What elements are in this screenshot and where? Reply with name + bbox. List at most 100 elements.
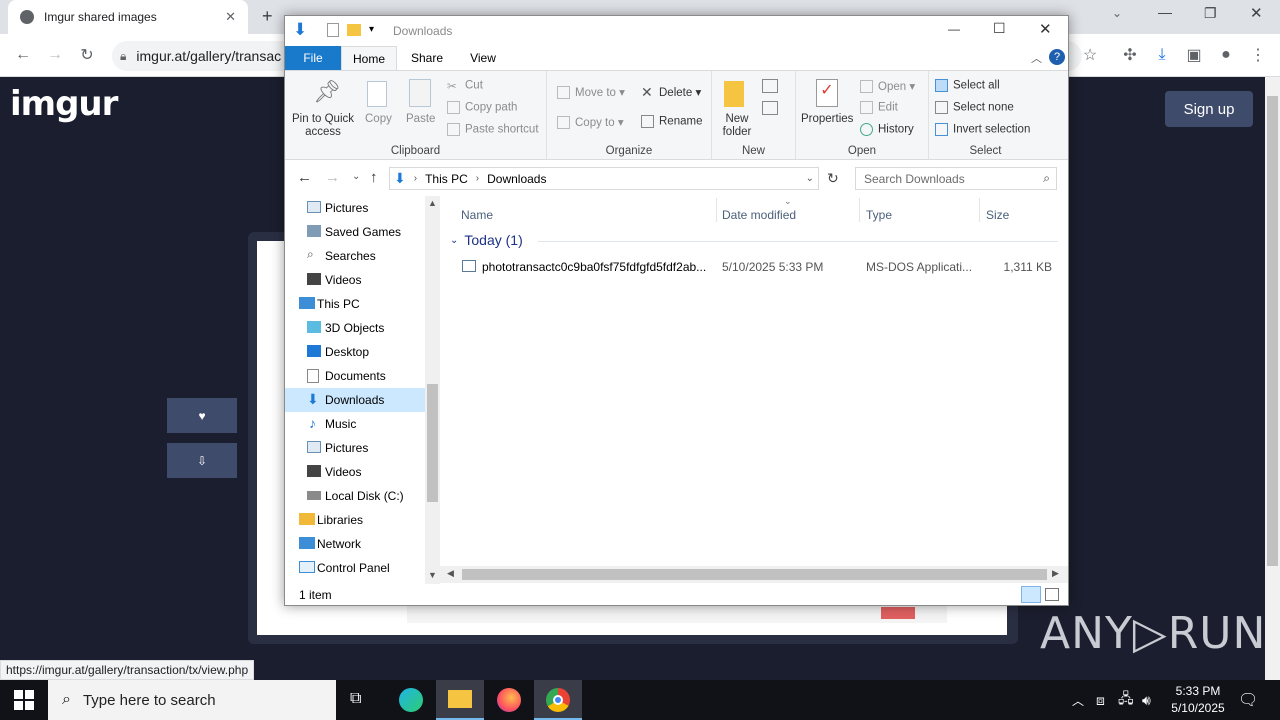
nav-scroll-thumb[interactable] (427, 384, 438, 502)
help-icon[interactable]: ? (1049, 49, 1065, 65)
explorer-close-icon[interactable]: ✕ (1039, 20, 1052, 38)
delete-button[interactable]: ✕ Delete ▾ (641, 85, 701, 99)
windows-start-icon[interactable] (14, 690, 34, 710)
pin-to-quick-access-button[interactable]: Pin to Quick access (291, 113, 355, 139)
breadcrumb-downloads[interactable]: Downloads (487, 172, 546, 186)
device-icon[interactable]: ⧈ (1096, 680, 1105, 720)
nav-saved-games[interactable]: Saved Games (285, 220, 425, 244)
network-tray-icon[interactable]: 🖧︎ (1118, 680, 1134, 720)
paste-button[interactable]: Paste (406, 113, 435, 125)
tab-share[interactable]: Share (401, 46, 453, 70)
taskbar-search-box[interactable]: ⌕ Type here to search (48, 680, 336, 720)
firefox-icon[interactable] (497, 688, 521, 712)
explorer-maximize-icon[interactable]: ☐ (993, 20, 1006, 37)
file-row[interactable]: phototransactc0c9ba0fsf75fdfgfd5fdf2ab..… (456, 256, 1056, 278)
nav-desktop[interactable]: Desktop (285, 340, 425, 364)
column-divider[interactable] (979, 198, 980, 222)
column-date-modified[interactable]: Date modified (722, 208, 796, 222)
invert-selection-button[interactable]: Invert selection (935, 123, 1030, 136)
volume-icon[interactable]: 🔊︎ (1142, 680, 1151, 720)
new-tab-icon[interactable]: + (262, 6, 273, 27)
imgur-logo[interactable]: imgur (10, 84, 118, 124)
breadcrumb-this-pc[interactable]: This PC (425, 172, 468, 186)
close-tab-icon[interactable]: ✕ (225, 9, 236, 25)
properties-qat-icon[interactable] (327, 23, 339, 37)
chrome-taskbar-icon[interactable] (534, 680, 582, 720)
tab-view[interactable]: View (457, 46, 509, 70)
nav-scrollbar[interactable]: ▲ ▼ (425, 196, 440, 584)
horizontal-scrollbar[interactable]: ◀ ▶ (440, 566, 1068, 583)
nav-pictures-pc[interactable]: Pictures (285, 436, 425, 460)
nav-downloads[interactable]: Downloads (285, 388, 425, 412)
select-none-button[interactable]: Select none (935, 101, 1014, 114)
close-window-icon[interactable]: ✕ (1250, 4, 1263, 22)
show-hidden-icons[interactable]: ︿ (1072, 680, 1084, 720)
search-downloads-input[interactable]: Search Downloads ⌕ (855, 167, 1057, 190)
clock[interactable]: 5:33 PM 5/10/2025 (1166, 683, 1230, 717)
chrome-menu-icon[interactable]: ⋮ (1243, 40, 1273, 70)
up-folder-icon[interactable]: ↑ (370, 169, 378, 186)
properties-button[interactable]: Properties (801, 113, 853, 125)
nav-forward-icon[interactable]: → (325, 169, 340, 186)
open-button[interactable]: Open ▾ (860, 79, 915, 94)
new-item-icon[interactable] (762, 79, 778, 93)
task-view-icon[interactable]: ⧉ (350, 690, 361, 708)
hscroll-left-icon[interactable]: ◀ (447, 568, 454, 579)
nav-local-disk[interactable]: Local Disk (C:) (285, 484, 425, 508)
group-header-today[interactable]: ⌄ Today (1) (450, 232, 1058, 248)
address-dropdown-icon[interactable]: ⌄ (806, 173, 814, 184)
nav-videos[interactable]: Videos (285, 268, 425, 292)
hscroll-thumb[interactable] (462, 569, 1047, 580)
forward-icon[interactable]: → (40, 40, 70, 70)
paste-shortcut-button[interactable]: Paste shortcut (447, 123, 539, 136)
ribbon-collapse-icon[interactable]: ︿ (1031, 50, 1042, 66)
back-icon[interactable]: ← (8, 40, 38, 70)
nav-back-icon[interactable]: ← (297, 169, 312, 186)
column-name[interactable]: Name (461, 208, 493, 222)
large-icons-view-icon[interactable] (1045, 588, 1059, 601)
new-folder-button[interactable]: New folder (720, 113, 754, 139)
browser-tab[interactable]: Imgur shared images ✕ (8, 0, 248, 34)
copy-path-button[interactable]: Copy path (447, 101, 517, 114)
details-view-icon[interactable] (1021, 586, 1041, 603)
nav-videos-pc[interactable]: Videos (285, 460, 425, 484)
file-explorer-taskbar-icon[interactable] (436, 680, 484, 720)
favorite-button[interactable]: ♥ (167, 398, 237, 433)
restore-icon[interactable]: ❐ (1204, 5, 1217, 22)
nav-documents[interactable]: Documents (285, 364, 425, 388)
nav-searches[interactable]: Searches (285, 244, 425, 268)
column-divider[interactable] (716, 198, 717, 222)
column-divider[interactable] (859, 198, 860, 222)
move-to-button[interactable]: Move to ▾ (557, 85, 625, 100)
download-image-button[interactable]: ⇩ (167, 443, 237, 478)
nav-pictures[interactable]: Pictures (285, 196, 425, 220)
address-breadcrumb[interactable]: ⬇ › This PC › Downloads ⌄ (389, 167, 819, 190)
recent-locations-icon[interactable]: ⌄ (352, 171, 360, 182)
folder-qat-icon[interactable] (347, 24, 361, 36)
copy-to-button[interactable]: Copy to ▾ (557, 115, 624, 130)
collapse-group-icon[interactable]: ⌄ (450, 235, 458, 246)
hscroll-right-icon[interactable]: ▶ (1052, 568, 1059, 579)
easy-access-icon[interactable] (762, 101, 778, 115)
side-panel-icon[interactable]: ▣ (1179, 40, 1209, 70)
edge-icon[interactable] (399, 688, 423, 712)
page-scrollbar-thumb[interactable] (1267, 96, 1278, 566)
nav-scroll-down-icon[interactable]: ▼ (428, 570, 437, 580)
nav-music[interactable]: Music (285, 412, 425, 436)
sign-up-button[interactable]: Sign up (1165, 91, 1253, 127)
qat-dropdown-icon[interactable]: ▾ (369, 24, 374, 35)
minimize-icon[interactable]: — (1158, 4, 1172, 20)
copy-button[interactable]: Copy (365, 113, 392, 125)
notifications-icon[interactable]: 🗨︎ (1238, 680, 1258, 720)
column-type[interactable]: Type (866, 208, 892, 222)
history-button[interactable]: History (860, 123, 914, 136)
column-size[interactable]: Size (986, 208, 1009, 222)
tab-search-icon[interactable]: ⌄ (1112, 6, 1122, 20)
profile-avatar-icon[interactable]: ● (1211, 40, 1241, 70)
cut-button[interactable]: ✂ Cut (447, 79, 483, 93)
tab-file[interactable]: File (285, 46, 341, 70)
refresh-icon[interactable]: ↻ (827, 170, 839, 187)
nav-3d-objects[interactable]: 3D Objects (285, 316, 425, 340)
edit-button[interactable]: Edit (860, 101, 898, 114)
rename-button[interactable]: Rename (641, 115, 702, 128)
